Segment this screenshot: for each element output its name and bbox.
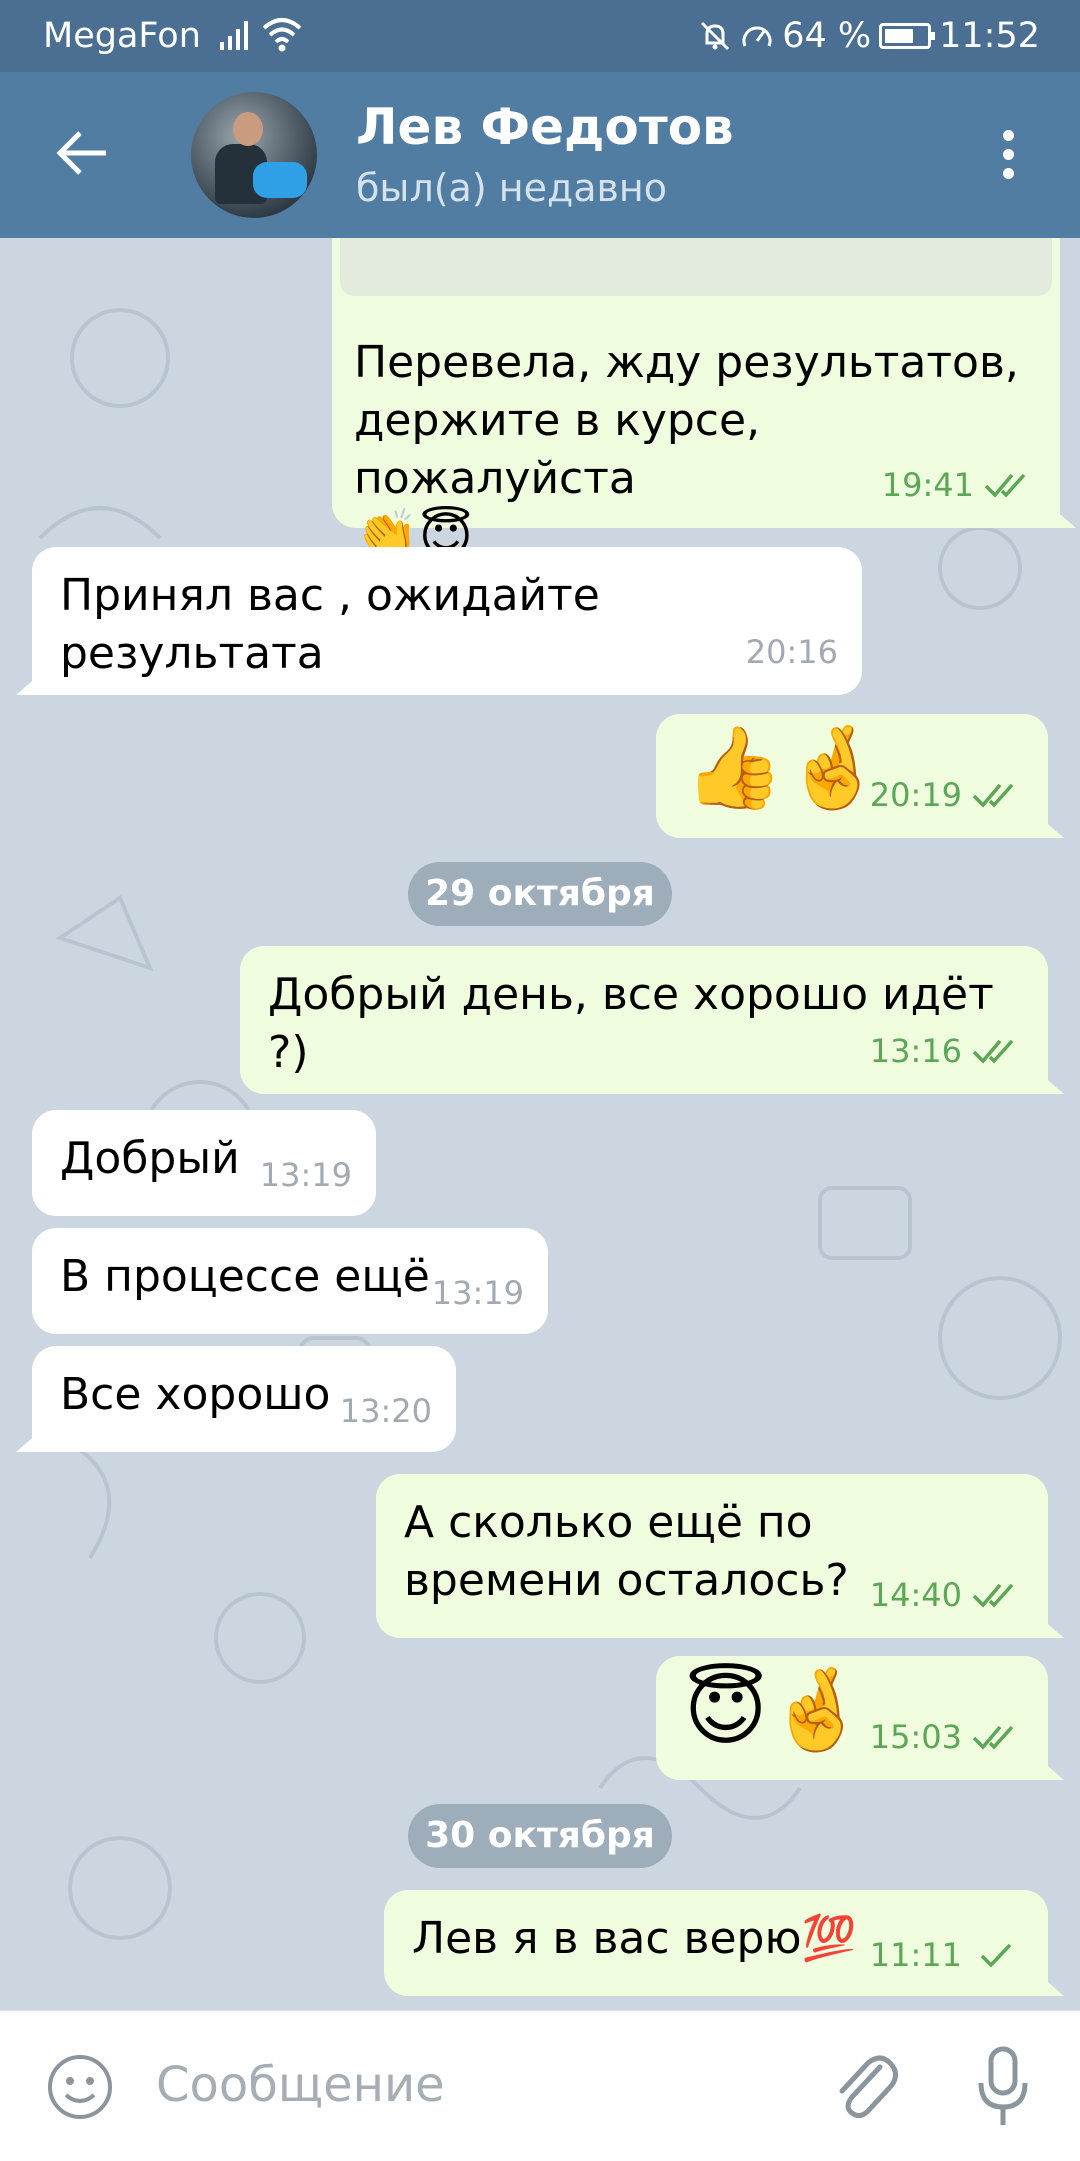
message-outgoing[interactable]: 👍🤞 20:19 xyxy=(656,714,1048,838)
contact-status: был(а) недавно xyxy=(356,166,668,210)
double-check-icon xyxy=(972,1039,1014,1064)
message-time: 14:40 xyxy=(869,1576,962,1614)
double-check-icon xyxy=(984,473,1026,498)
double-check-icon xyxy=(972,1583,1014,1608)
more-vert-icon[interactable] xyxy=(990,130,1026,186)
message-emoji: 😇🤞 xyxy=(684,1663,868,1756)
message-time: 11:11 xyxy=(869,1936,962,1974)
message-incoming[interactable]: Все хорошо 13:20 xyxy=(32,1346,456,1452)
avatar[interactable] xyxy=(191,92,317,218)
message-time: 13:19 xyxy=(259,1156,352,1194)
mute-icon xyxy=(701,21,730,51)
attach-icon[interactable] xyxy=(830,2049,902,2125)
message-meta: 15:03 xyxy=(870,1708,1024,1766)
message-meta: 20:19 xyxy=(870,766,1024,824)
clock: 11:52 xyxy=(939,16,1040,56)
message-meta: 13:19 xyxy=(260,1146,352,1204)
message-input[interactable]: Сообщение xyxy=(156,2057,445,2113)
message-outgoing[interactable]: 😇🤞 15:03 xyxy=(656,1656,1048,1780)
message-meta: 13:19 xyxy=(432,1264,524,1322)
contact-name[interactable]: Лев Федотов xyxy=(356,98,734,156)
message-list[interactable]: Перевела, жду результатов, держите в кур… xyxy=(0,238,1080,2010)
message-time: 13:16 xyxy=(869,1032,962,1070)
wifi-icon xyxy=(262,18,302,52)
reply-preview xyxy=(340,238,1052,296)
speed-icon xyxy=(742,26,772,47)
battery-icon xyxy=(879,23,936,49)
signal-icon xyxy=(220,21,248,50)
message-time: 15:03 xyxy=(869,1718,962,1756)
date-separator: 29 октября xyxy=(408,862,672,926)
message-incoming[interactable]: В процессе ещё 13:19 xyxy=(32,1228,548,1334)
single-check-icon xyxy=(980,1943,1012,1968)
message-meta: 13:16 xyxy=(870,1022,1024,1080)
message-time: 13:19 xyxy=(431,1274,524,1312)
message-meta: 19:41 xyxy=(882,456,1036,514)
message-composer: Сообщение xyxy=(0,2010,1080,2161)
message-meta: 13:20 xyxy=(340,1382,432,1440)
message-time: 20:19 xyxy=(869,776,962,814)
carrier-name: MegaFon xyxy=(43,16,201,56)
double-check-icon xyxy=(972,1725,1014,1750)
message-emoji: 👍🤞 xyxy=(684,721,884,814)
message-time: 19:41 xyxy=(881,466,974,504)
message-text: Лев я в вас верю💯 xyxy=(412,1913,857,1964)
message-outgoing[interactable]: Лев я в вас верю💯 11:11 xyxy=(384,1890,1048,1996)
message-time: 13:20 xyxy=(339,1392,432,1430)
message-text: Принял вас , ожидайте результата xyxy=(60,570,600,679)
message-incoming[interactable]: Принял вас , ожидайте результата 20:16 xyxy=(32,547,862,695)
back-arrow-icon[interactable] xyxy=(52,122,114,184)
message-outgoing[interactable]: Перевела, жду результатов, держите в кур… xyxy=(332,238,1060,566)
message-text: Все хорошо xyxy=(60,1369,331,1420)
message-text: Добрый xyxy=(60,1133,240,1184)
message-meta: 20:16 xyxy=(746,623,838,681)
mic-icon[interactable] xyxy=(976,2045,1030,2129)
status-bar: MegaFon 64 % 11:52 xyxy=(0,0,1080,72)
double-check-icon xyxy=(972,783,1014,808)
message-outgoing[interactable]: А сколько ещё по времени осталось? 14:40 xyxy=(376,1474,1048,1638)
message-meta: 11:11 xyxy=(870,1926,1024,1984)
message-incoming[interactable]: Добрый 13:19 xyxy=(32,1110,376,1216)
emoji-icon[interactable] xyxy=(46,2053,114,2121)
message-outgoing[interactable]: Добрый день, все хорошо идёт ?) 13:16 xyxy=(240,946,1048,1094)
message-meta: 14:40 xyxy=(870,1566,1024,1624)
battery-percent: 64 % xyxy=(782,16,872,56)
message-time: 20:16 xyxy=(745,633,838,671)
date-separator: 30 октября xyxy=(408,1804,672,1868)
message-text: В процессе ещё xyxy=(60,1251,430,1302)
chat-header: Лев Федотов был(а) недавно xyxy=(0,72,1080,238)
